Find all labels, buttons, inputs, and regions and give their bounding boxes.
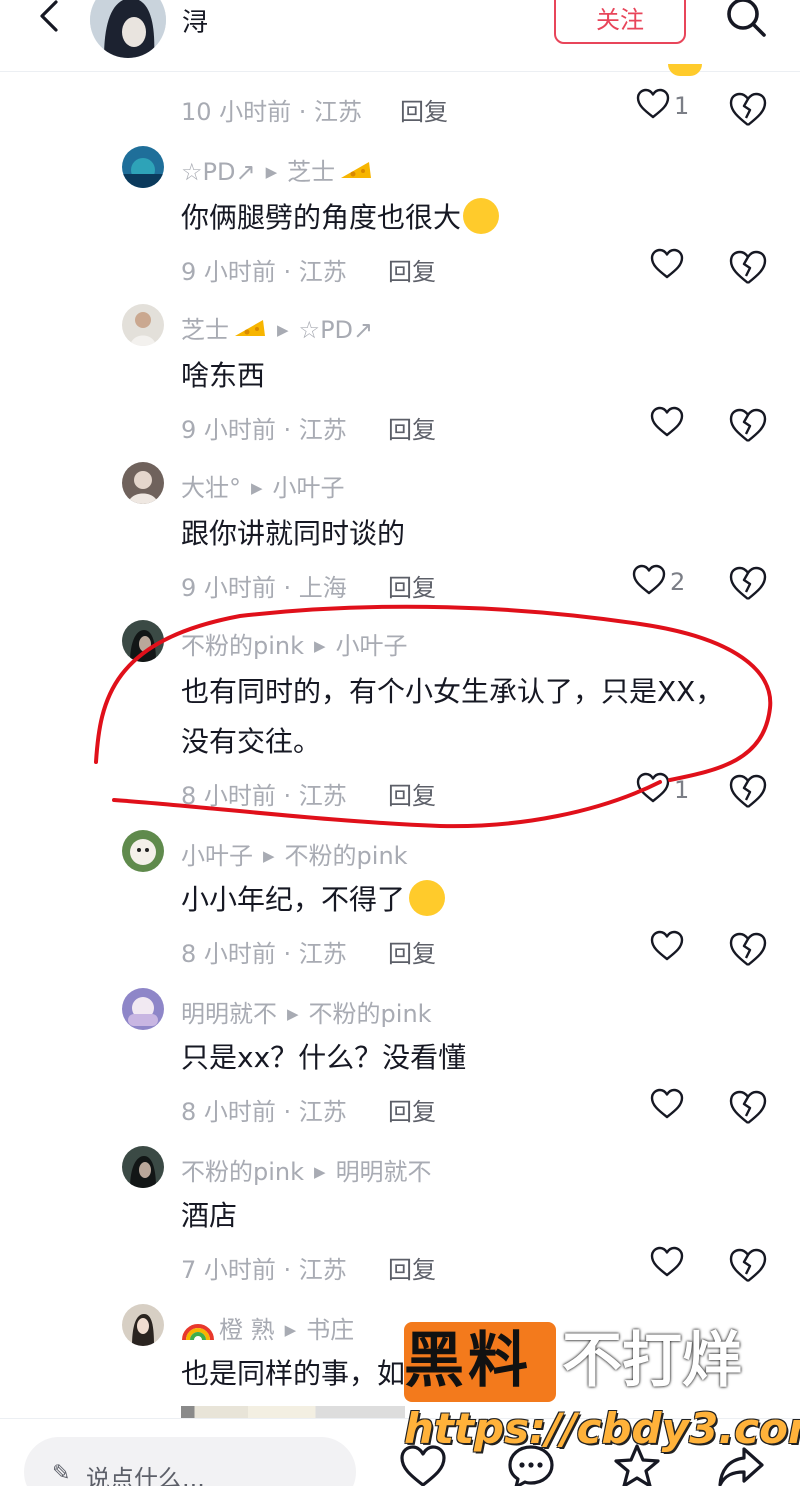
heart-icon — [650, 1246, 684, 1277]
heart-icon — [650, 930, 684, 961]
commenter-name[interactable]: 不粉的pink — [181, 1158, 304, 1186]
reply-to-arrow-icon: ▶ — [314, 1163, 326, 1181]
heart-icon — [650, 1088, 684, 1119]
comment-input[interactable]: ✎ 说点什么... — [24, 1437, 356, 1486]
reply-target-name[interactable]: 不粉的pink — [285, 842, 408, 870]
reply-button[interactable]: 回复 — [388, 1250, 436, 1285]
reply-target-name[interactable]: 不粉的pink — [309, 1000, 432, 1028]
commenter-avatar[interactable] — [122, 988, 164, 1030]
reply-target-name[interactable]: 书庄 — [306, 1316, 354, 1344]
reply-target-name[interactable]: 明明就不 — [336, 1158, 432, 1186]
reply-to-arrow-icon: ▶ — [263, 847, 275, 865]
commenter-name[interactable]: 小叶子 — [181, 842, 253, 870]
comment-username[interactable]: 不粉的pink ▶ 明明就不 — [181, 1152, 432, 1187]
comment-text: 只是xx？什么？没看懂 — [181, 1041, 467, 1074]
comment-time-location: 8 小时前 · 江苏 — [181, 1098, 347, 1126]
comment-username[interactable]: 小叶子 ▶ 不粉的pink — [181, 836, 408, 871]
comment-text: 小小年纪，不得了 — [181, 883, 406, 916]
watermark-black-text: 黑料 — [404, 1326, 532, 1396]
commenter-avatar[interactable] — [122, 1146, 164, 1188]
dislike-broken-heart-icon[interactable] — [728, 1088, 768, 1128]
rainbow-emoji-icon — [182, 1324, 214, 1341]
reply-to-arrow-icon: ▶ — [287, 1005, 299, 1023]
like-button[interactable] — [650, 930, 710, 970]
watermark-url: https://cbdy3.com — [404, 1404, 800, 1453]
like-button[interactable] — [650, 1088, 710, 1128]
commenter-avatar[interactable] — [122, 1304, 164, 1346]
commenter-avatar[interactable] — [122, 830, 164, 872]
like-button[interactable] — [650, 1246, 710, 1286]
comment-text-row: 小小年纪，不得了 — [181, 873, 781, 927]
commenter-name[interactable]: 橙 熟 — [219, 1316, 275, 1344]
comment-input-placeholder: 说点什么... — [86, 1465, 205, 1486]
comment-username[interactable]: 明明就不 ▶ 不粉的pink — [181, 994, 432, 1029]
laugh-cry-emoji-icon — [409, 880, 446, 916]
reply-to-arrow-icon: ▶ — [284, 1321, 297, 1339]
comment-time-location: 8 小时前 · 江苏 — [181, 940, 347, 968]
commenter-name[interactable]: 明明就不 — [181, 1000, 277, 1028]
comment-time-location: 7 小时前 · 江苏 — [181, 1256, 347, 1284]
dislike-broken-heart-icon[interactable] — [728, 1246, 768, 1286]
comment-username[interactable]: 橙 熟 ▶ 书庄 — [181, 1310, 354, 1345]
reply-button[interactable]: 回复 — [388, 1092, 436, 1127]
pencil-icon: ✎ — [52, 1461, 71, 1486]
reply-button[interactable]: 回复 — [388, 934, 436, 969]
watermark-white-text: 不打烊 — [562, 1326, 742, 1396]
image-thumbnail-strip — [181, 1406, 405, 1418]
dislike-broken-heart-icon[interactable] — [728, 930, 768, 970]
comment-text: 酒店 — [181, 1199, 238, 1232]
